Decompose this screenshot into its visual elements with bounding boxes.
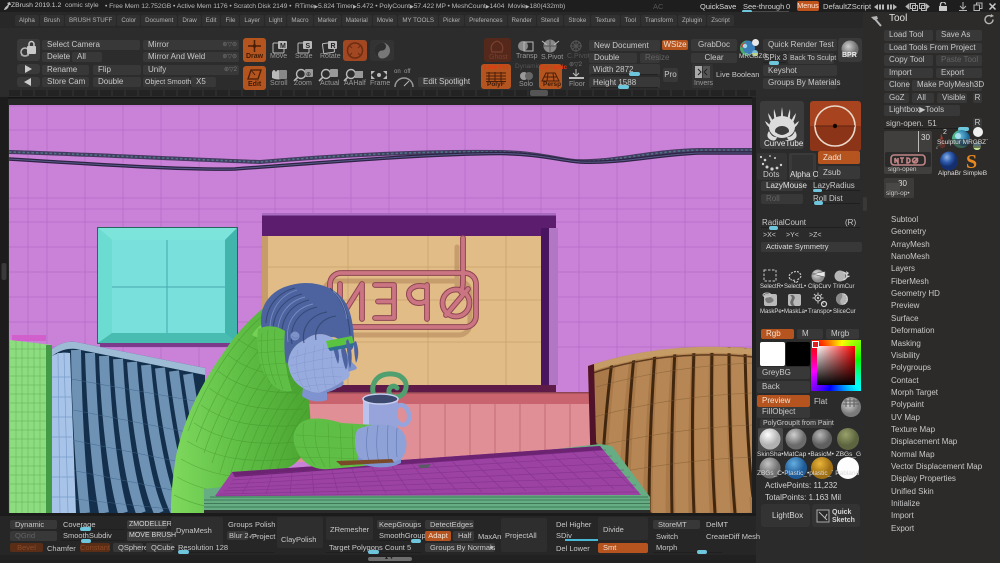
svg-text:M: M (280, 43, 286, 50)
svg-text:S: S (306, 43, 311, 50)
svg-text:⊕: ⊕ (306, 72, 311, 78)
svg-text:R: R (331, 43, 336, 50)
svg-text:S: S (966, 151, 977, 172)
